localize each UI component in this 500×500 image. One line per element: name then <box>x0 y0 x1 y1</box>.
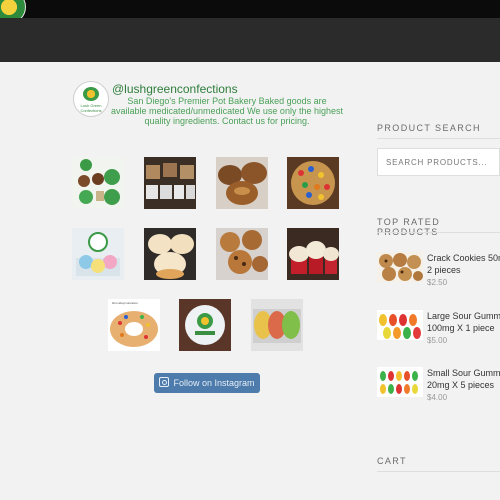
photo-tile[interactable] <box>72 157 124 209</box>
product-thumbnail[interactable] <box>377 310 423 340</box>
leaf-logo-icon <box>83 87 99 101</box>
product-search-box <box>377 148 500 176</box>
cart-heading: CART <box>377 456 407 466</box>
divider <box>377 471 500 472</box>
product-thumbnail[interactable] <box>377 367 423 397</box>
logo-text: Lush Green Confections <box>80 103 102 113</box>
photo-tile[interactable] <box>144 157 196 209</box>
product-name[interactable]: Large Sour Gummy 100mg X 1 piece <box>427 310 500 334</box>
profile-avatar[interactable]: Lush Green Confections <box>73 81 109 117</box>
photo-tile[interactable] <box>287 228 339 280</box>
product-search-heading: PRODUCT SEARCH <box>377 123 481 133</box>
photo-tile[interactable] <box>72 228 124 280</box>
divider <box>377 138 500 139</box>
product-item[interactable]: Large Sour Gummy 100mg X 1 piece $5.00 <box>377 310 500 350</box>
product-search-input[interactable] <box>378 149 500 175</box>
product-item[interactable]: Small Sour Gummies20mg X 5 pieces $4.00 <box>377 367 500 407</box>
product-price: $5.00 <box>427 336 448 345</box>
product-price: $2.50 <box>427 278 448 287</box>
product-thumbnail[interactable] <box>377 252 423 282</box>
instagram-bio: San Diego's Premier Pot Bakery Baked goo… <box>111 96 343 126</box>
photo-tile[interactable] <box>216 228 268 280</box>
follow-on-instagram-button[interactable]: Follow on Instagram <box>154 373 260 393</box>
top-rated-heading: TOP RATED PRODUCTS <box>377 217 441 237</box>
top-bar <box>0 0 500 24</box>
product-price: $4.00 <box>427 393 448 402</box>
photo-tile[interactable] <box>179 299 231 351</box>
follow-button-label: Follow on Instagram <box>173 378 255 388</box>
photo-tile[interactable] <box>216 157 268 209</box>
divider <box>377 232 500 233</box>
photo-tile[interactable]: #mondaymotivation <box>108 299 160 351</box>
photo-tile[interactable] <box>251 299 303 351</box>
main-content: Lush Green Confections @lushgreenconfect… <box>0 62 500 500</box>
instagram-handle[interactable]: @lushgreenconfections <box>112 82 238 96</box>
photo-caption: #mondaymotivation <box>112 301 138 305</box>
photo-tile[interactable] <box>287 157 339 209</box>
product-name[interactable]: Crack Cookies 50mg2 pieces <box>427 252 500 276</box>
navigation-bar <box>0 18 500 62</box>
product-item[interactable]: Crack Cookies 50mg2 pieces $2.50 <box>377 252 500 292</box>
product-name[interactable]: Small Sour Gummies20mg X 5 pieces <box>427 367 500 391</box>
photo-tile[interactable] <box>144 228 196 280</box>
camera-icon <box>159 377 170 387</box>
